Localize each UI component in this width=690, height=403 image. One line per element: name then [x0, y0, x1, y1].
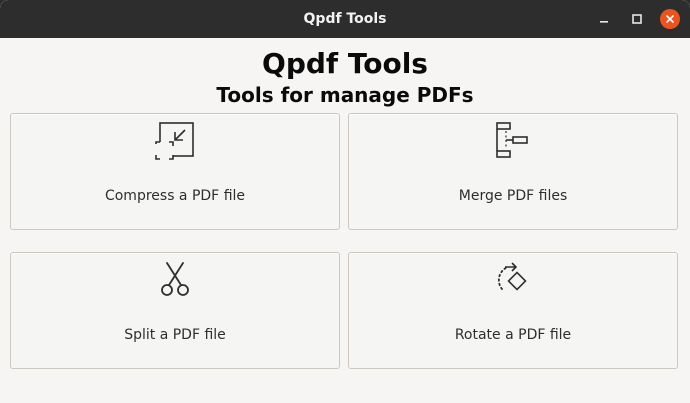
scissors-icon — [161, 262, 189, 296]
maximize-button[interactable] — [627, 9, 647, 29]
compress-icon — [155, 122, 194, 160]
merge-pdf-label: Merge PDF files — [458, 188, 568, 204]
close-icon — [666, 15, 674, 23]
minimize-button[interactable] — [594, 9, 614, 29]
merge-icon — [496, 122, 528, 158]
window-title: Qpdf Tools — [303, 11, 387, 27]
maximize-icon — [632, 14, 642, 24]
minimize-icon — [600, 21, 608, 23]
split-pdf-button[interactable]: Split a PDF file — [10, 252, 340, 369]
main-content: Qpdf Tools Tools for manage PDFs Compres… — [0, 38, 690, 403]
close-button[interactable] — [660, 9, 680, 29]
merge-pdf-button[interactable]: Merge PDF files — [348, 113, 678, 230]
split-pdf-label: Split a PDF file — [124, 327, 226, 343]
compress-pdf-label: Compress a PDF file — [104, 188, 246, 204]
rotate-pdf-label: Rotate a PDF file — [454, 327, 572, 343]
compress-pdf-button[interactable]: Compress a PDF file — [10, 113, 340, 230]
page-subtitle: Tools for manage PDFs — [216, 83, 474, 107]
rotate-pdf-button[interactable]: Rotate a PDF file — [348, 252, 678, 369]
titlebar[interactable]: Qpdf Tools — [0, 0, 690, 38]
app-window: Qpdf Tools Qpdf Tools Tools for manage P… — [0, 0, 690, 403]
rotate-icon — [497, 262, 527, 291]
page-title: Qpdf Tools — [262, 47, 428, 80]
